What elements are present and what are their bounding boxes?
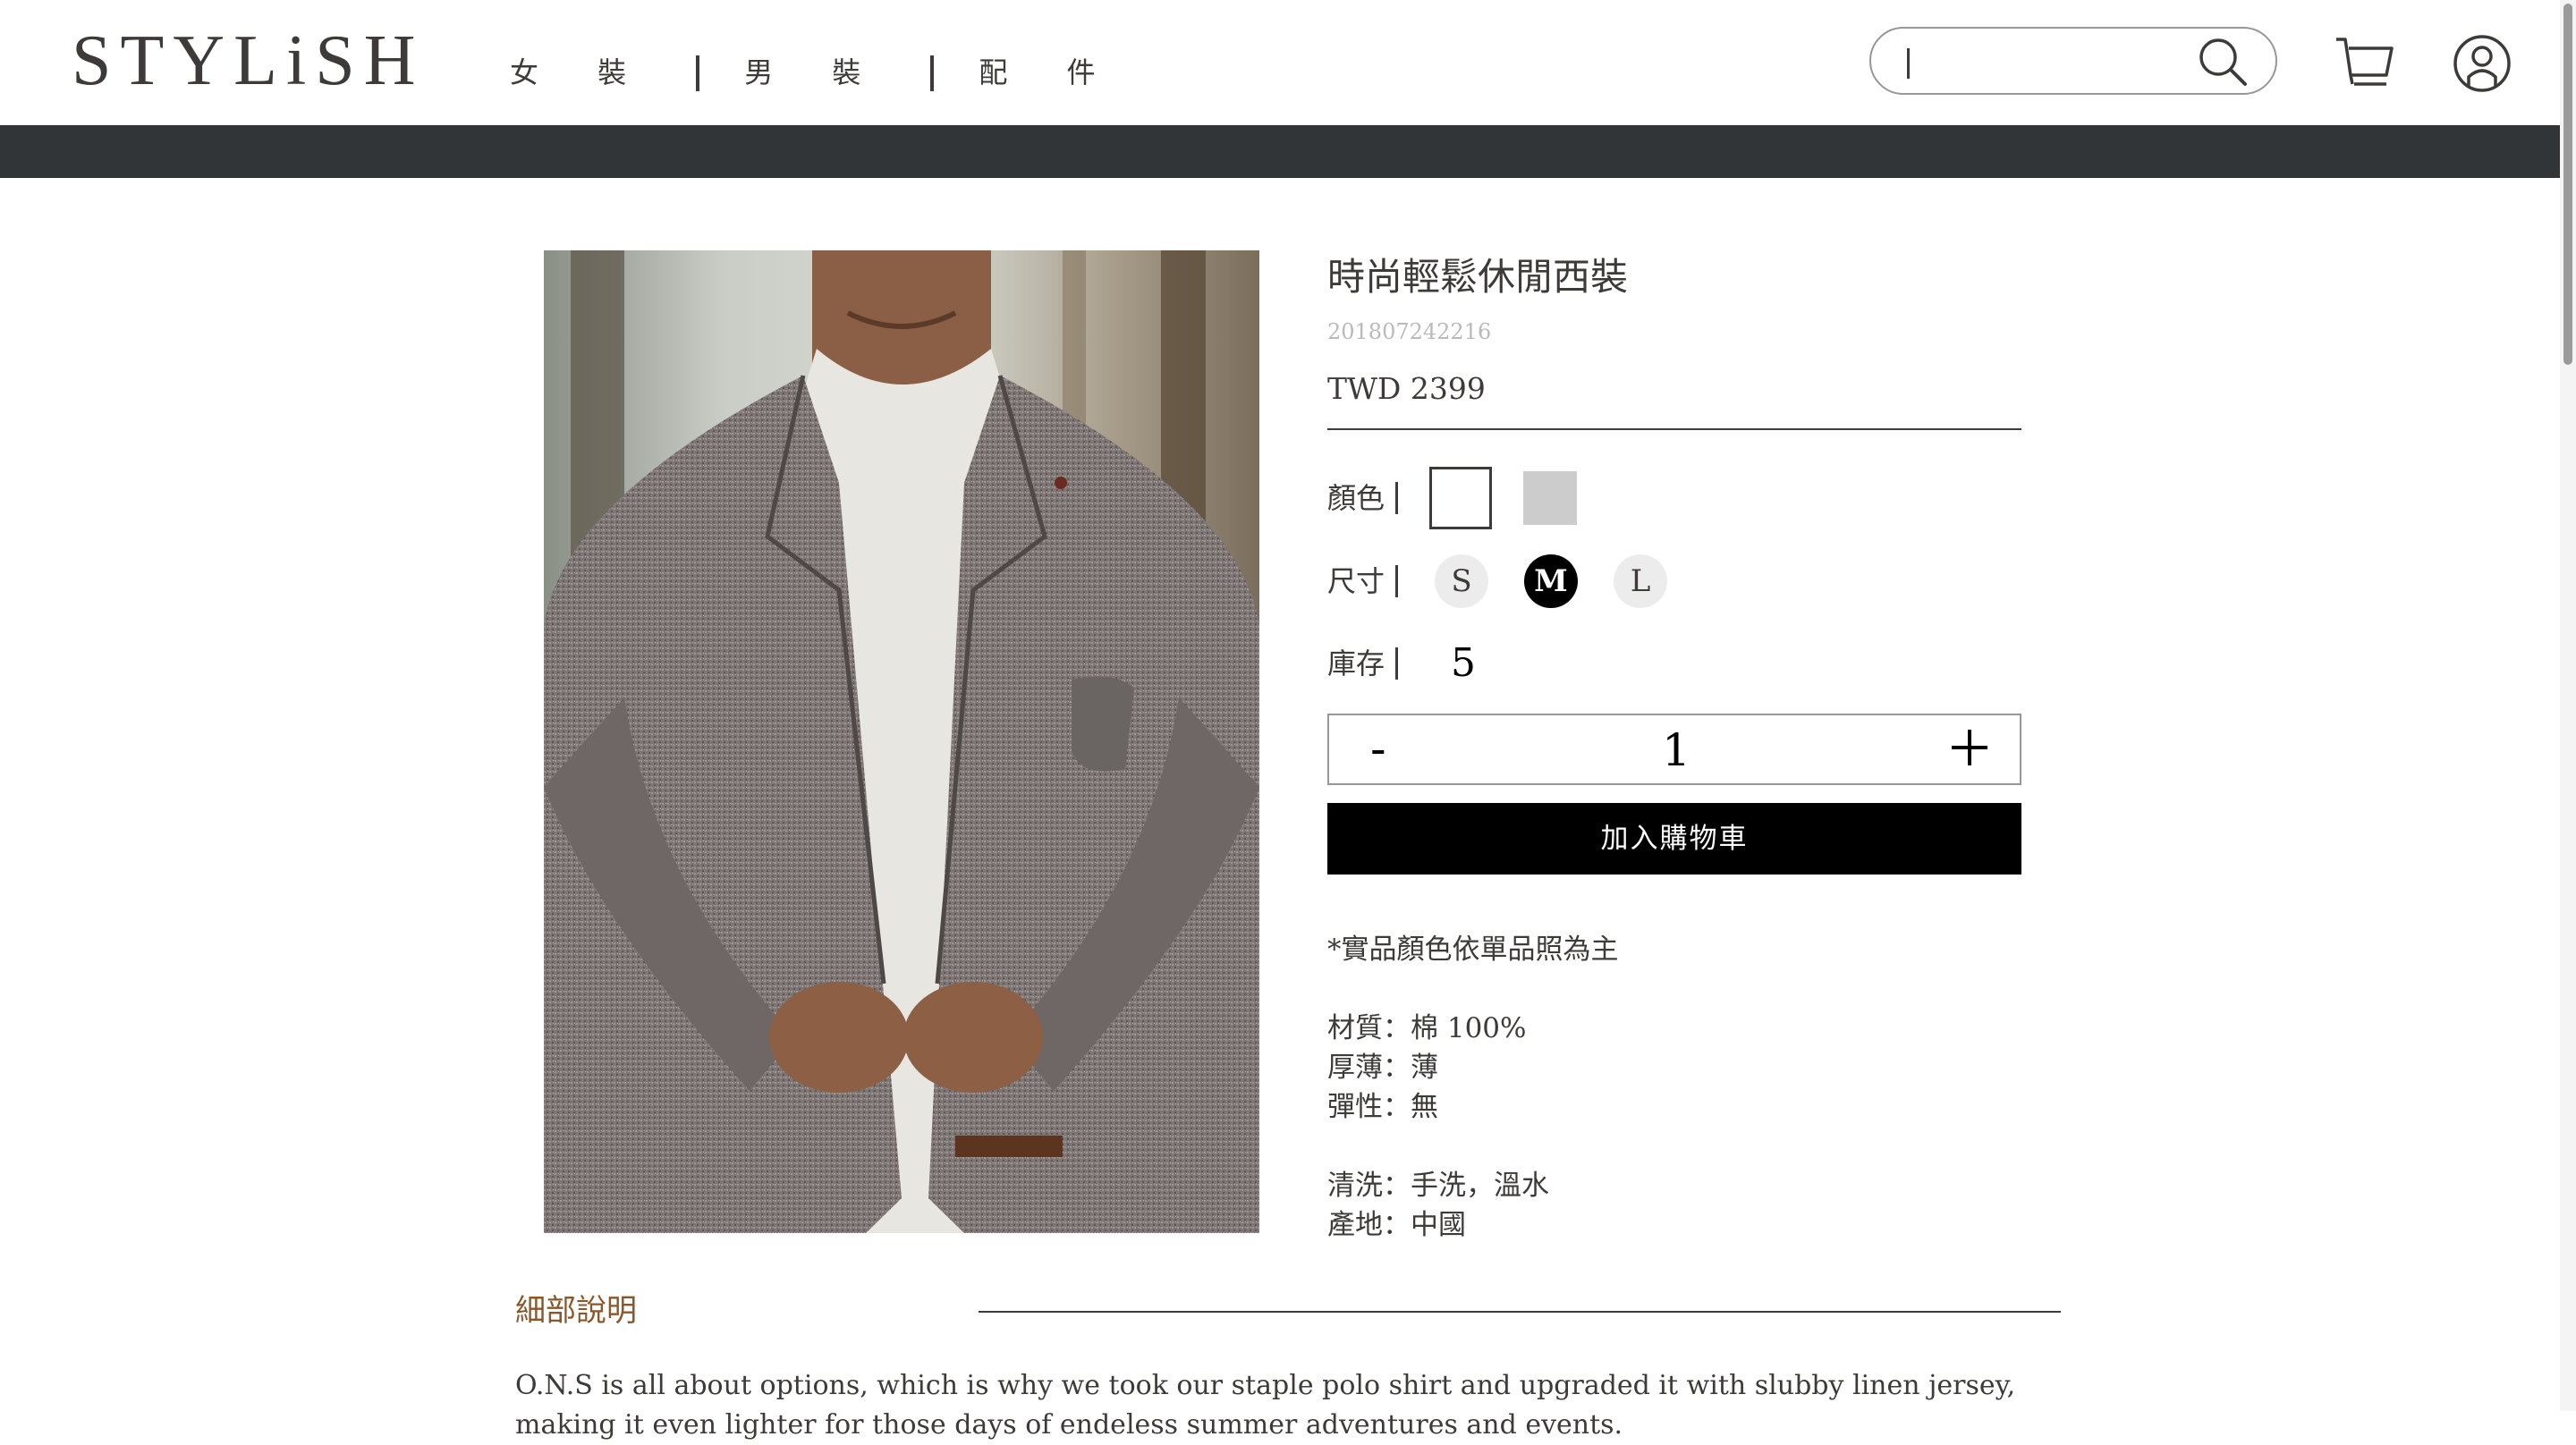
label-divider bbox=[1395, 565, 1399, 597]
size-label-row: 尺寸 bbox=[1327, 562, 1399, 601]
price-divider bbox=[1327, 428, 2021, 430]
nav-item-women[interactable]: 女 裝 bbox=[510, 52, 678, 93]
site-header: STYLiSH 女 裝 男 裝 配 件 bbox=[0, 0, 2576, 125]
color-note: *實品顏色依單品照為主 bbox=[1327, 934, 1619, 966]
product-price: TWD 2399 bbox=[1327, 371, 1486, 406]
details-divider bbox=[979, 1311, 2061, 1313]
spec-origin: 產地：中國 bbox=[1327, 1209, 1466, 1241]
spec-elasticity: 彈性：無 bbox=[1327, 1091, 1438, 1123]
quantity-stepper: - 1 bbox=[1327, 714, 2021, 785]
nav-divider bbox=[696, 55, 700, 91]
size-option-s[interactable]: S bbox=[1435, 554, 1488, 608]
product-title: 時尚輕鬆休閒西裝 bbox=[1327, 255, 1629, 299]
stock-label-row: 庫存 bbox=[1327, 644, 1399, 683]
size-option-l[interactable]: L bbox=[1614, 554, 1667, 608]
product-id: 201807242216 bbox=[1327, 319, 1492, 344]
spec-thickness: 厚薄：薄 bbox=[1327, 1052, 1438, 1084]
size-label: 尺寸 bbox=[1327, 564, 1385, 598]
nav-divider bbox=[930, 55, 935, 91]
label-divider bbox=[1395, 647, 1399, 680]
product-main-image bbox=[544, 250, 1259, 1233]
color-swatch-white[interactable] bbox=[1429, 467, 1492, 529]
color-label-row: 顏色 bbox=[1327, 478, 1399, 518]
label-divider bbox=[1395, 482, 1399, 514]
cart-icon[interactable] bbox=[2333, 34, 2395, 93]
spec-texture: 材質：棉 100% bbox=[1327, 1012, 1527, 1044]
search-icon[interactable] bbox=[2197, 36, 2249, 88]
add-to-cart-button[interactable]: 加入購物車 bbox=[1327, 803, 2021, 875]
spec-wash: 清洗：手洗，溫水 bbox=[1327, 1170, 1549, 1202]
main-nav: 女 裝 男 裝 配 件 bbox=[510, 52, 1148, 93]
details-description: O.N.S is all about options, which is why… bbox=[515, 1370, 2016, 1441]
header-band bbox=[0, 125, 2576, 178]
increase-quantity-button[interactable] bbox=[1950, 728, 1989, 767]
quantity-value: 1 bbox=[1662, 724, 1690, 776]
color-swatch-grey[interactable] bbox=[1521, 469, 1580, 528]
nav-item-men[interactable]: 男 裝 bbox=[744, 52, 912, 93]
site-logo[interactable]: STYLiSH bbox=[72, 25, 425, 97]
size-option-m[interactable]: M bbox=[1524, 554, 1578, 608]
stock-value: 5 bbox=[1451, 640, 1476, 686]
stock-label: 庫存 bbox=[1327, 646, 1385, 680]
color-label: 顏色 bbox=[1327, 481, 1385, 515]
member-icon[interactable] bbox=[2453, 34, 2512, 93]
text-caret bbox=[1907, 48, 1910, 79]
nav-item-accessories[interactable]: 配 件 bbox=[979, 52, 1147, 93]
scrollbar-thumb[interactable] bbox=[2563, 4, 2572, 365]
details-heading: 細部說明 bbox=[515, 1293, 637, 1329]
